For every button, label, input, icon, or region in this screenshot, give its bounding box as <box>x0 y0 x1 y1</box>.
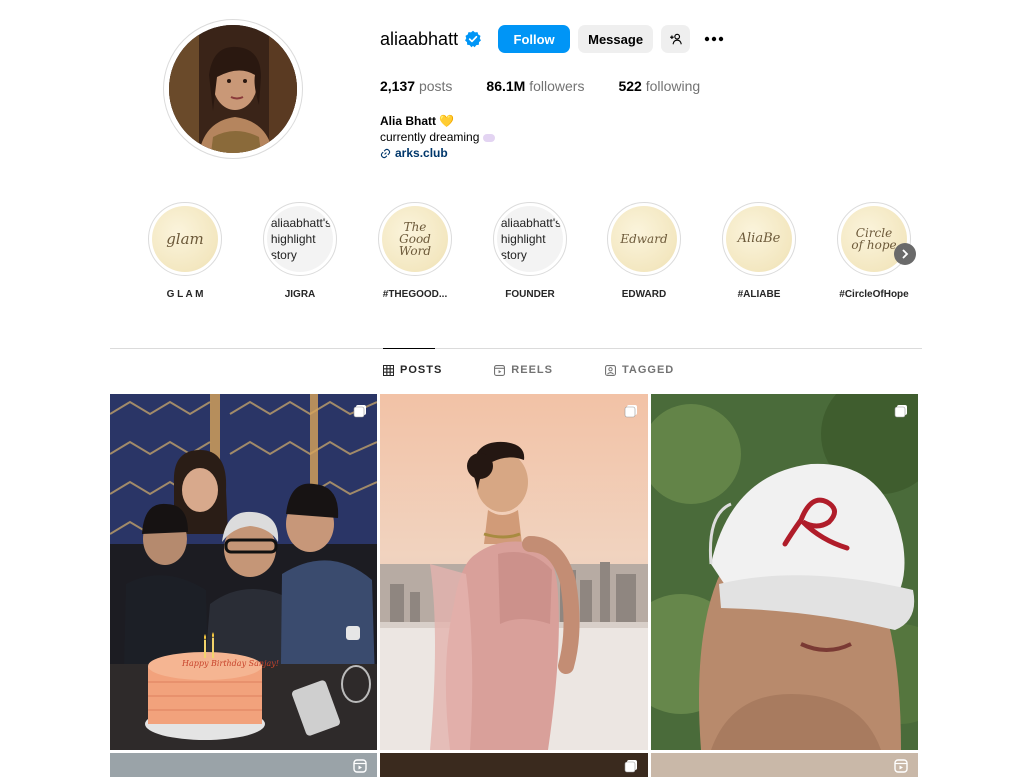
grid-icon <box>383 364 394 376</box>
highlight-cover-text: The Good Word <box>398 220 432 258</box>
tab-reels-label: REELS <box>511 364 553 376</box>
more-options-button[interactable] <box>700 25 728 53</box>
tab-posts[interactable]: POSTS <box>383 364 442 376</box>
reels-icon <box>494 364 506 376</box>
post-tile[interactable] <box>651 753 918 777</box>
following-count: 522 <box>618 78 642 94</box>
add-user-icon <box>669 33 682 45</box>
highlight-item[interactable]: glam G L A M <box>146 202 224 300</box>
cake-message: Happy Birthday Sanjay! <box>181 659 279 668</box>
highlight-cover-text: highlight <box>500 232 546 246</box>
highlight-ring: Circle of hope <box>837 202 911 276</box>
highlight-cover-text: Circle of hope <box>851 226 897 252</box>
tab-tagged-label: TAGGED <box>621 364 675 376</box>
post-tile[interactable] <box>651 394 918 750</box>
highlight-item[interactable]: AliaBe #ALIABE <box>720 202 798 300</box>
post-tile[interactable] <box>110 753 377 777</box>
post-image <box>380 394 648 750</box>
highlight-ring: aliaabhatt's highlight story <box>493 202 567 276</box>
highlight-cover: aliaabhatt's highlight story <box>497 206 563 272</box>
bio-text: currently dreaming <box>380 130 480 144</box>
highlight-label: G L A M <box>166 289 204 300</box>
follow-button[interactable]: Follow <box>498 25 571 53</box>
highlight-cover: AliaBe <box>726 206 792 272</box>
active-tab-indicator <box>383 348 435 349</box>
highlight-cover-text: story <box>270 248 297 262</box>
suggest-user-button[interactable] <box>661 25 691 53</box>
highlight-cover-text: Edward <box>620 232 668 246</box>
highlight-cover: aliaabhatt's highlight story <box>267 206 333 272</box>
reels-icon <box>894 759 908 773</box>
followers-label: followers <box>529 78 585 94</box>
bio-link[interactable]: arks.club <box>380 145 495 161</box>
username: aliaabhatt <box>380 28 459 49</box>
reels-icon <box>353 759 367 773</box>
followers-stat[interactable]: 86.1M followers <box>486 78 584 94</box>
message-button[interactable]: Message <box>578 25 654 53</box>
post-tile[interactable] <box>380 394 648 750</box>
highlight-cover-text: story <box>500 248 527 262</box>
followers-count: 86.1M <box>486 78 526 94</box>
posts-stat: 2,137 posts <box>380 78 452 94</box>
carousel-icon <box>624 405 637 418</box>
link-icon <box>380 148 391 158</box>
following-stat[interactable]: 522 following <box>618 78 700 94</box>
carousel-icon <box>353 405 366 418</box>
tab-posts-label: POSTS <box>400 364 443 376</box>
tagged-icon <box>604 364 616 376</box>
full-name: Alia Bhatt <box>380 114 437 128</box>
post-tile[interactable] <box>380 753 648 777</box>
highlight-cover-text: glam <box>166 230 204 248</box>
profile-header-row: aliaabhatt Follow Message <box>380 25 728 53</box>
highlight-ring: AliaBe <box>722 202 796 276</box>
post-image: Happy Birthday Sanjay! <box>110 394 377 750</box>
posts-count: 2,137 <box>380 78 416 94</box>
bio-link-text: arks.club <box>395 146 448 160</box>
highlight-cover: Edward <box>611 206 677 272</box>
highlight-cover-text: aliaabhatt's <box>500 216 562 230</box>
highlight-ring: glam <box>148 202 222 276</box>
more-horizontal-icon <box>704 36 724 42</box>
highlight-item[interactable]: aliaabhatt's highlight story FOUNDER <box>491 202 569 300</box>
highlight-label: #CircleOfHope <box>839 289 909 300</box>
tab-tagged[interactable]: TAGGED <box>604 364 675 376</box>
highlight-item[interactable]: Edward EDWARD <box>605 202 683 300</box>
highlight-label: FOUNDER <box>505 289 555 300</box>
highlight-label: EDWARD <box>621 289 667 300</box>
avatar[interactable] <box>169 25 297 153</box>
highlight-cover: The Good Word <box>382 206 448 272</box>
verified-badge-icon <box>465 30 482 48</box>
highlight-cover-text: AliaBe <box>737 231 781 246</box>
highlight-label: #ALIABE <box>737 289 781 300</box>
profile-bio: Alia Bhatt 💛 currently dreaming arks.clu… <box>380 113 496 161</box>
profile-avatar-ring[interactable] <box>163 19 303 159</box>
post-tile[interactable]: Happy Birthday Sanjay! <box>110 394 377 750</box>
highlight-label: JIGRA <box>284 289 316 300</box>
post-image <box>651 394 918 750</box>
thought-bubble-icon <box>483 133 496 142</box>
profile-tabs: POSTS REELS TAGGED <box>383 364 674 376</box>
tabs-divider <box>110 348 922 349</box>
highlight-cover-text: highlight <box>270 232 316 246</box>
highlights-next-button[interactable] <box>894 243 916 265</box>
highlight-cover-text: aliaabhatt's <box>270 216 332 230</box>
posts-label: posts <box>418 78 453 94</box>
highlight-ring: Edward <box>607 202 681 276</box>
highlight-label: #THEGOOD... <box>382 289 448 300</box>
chevron-right-icon <box>902 249 909 259</box>
highlight-cover: glam <box>152 206 218 272</box>
carousel-icon <box>624 760 637 773</box>
highlight-ring: The Good Word <box>378 202 452 276</box>
tab-reels[interactable]: REELS <box>494 364 553 376</box>
heart-emoji: 💛 <box>439 114 455 128</box>
profile-stats: 2,137 posts 86.1M followers 522 followin… <box>380 78 734 94</box>
highlight-item[interactable]: aliaabhatt's highlight story JIGRA <box>261 202 339 300</box>
story-highlights: glam G L A M aliaabhatt's highlight stor… <box>146 202 926 302</box>
highlight-ring: aliaabhatt's highlight story <box>263 202 337 276</box>
carousel-icon <box>894 405 907 418</box>
highlight-item[interactable]: The Good Word #THEGOOD... <box>376 202 454 300</box>
following-label: following <box>645 78 701 94</box>
